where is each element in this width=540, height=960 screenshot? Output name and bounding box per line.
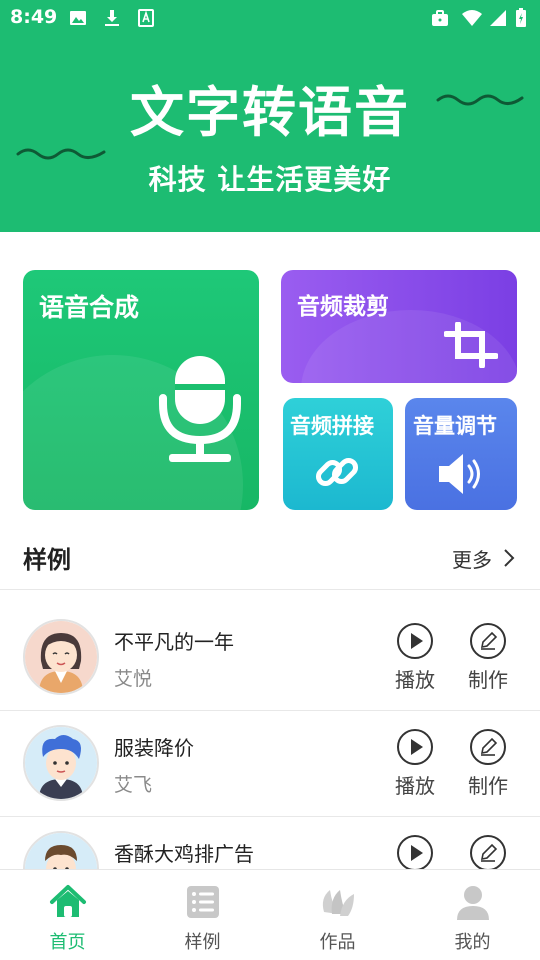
nav-label: 样例 xyxy=(184,932,221,953)
nav-item-works[interactable]: 作品 xyxy=(270,870,405,960)
image-notification-icon xyxy=(70,11,86,25)
status-bar: 8:49 xyxy=(0,0,540,36)
edit-icon[interactable] xyxy=(469,622,507,660)
examples-section-title: 样例 xyxy=(23,546,71,574)
header-banner: 8:49 文字转语音 科技 让生活更美好 xyxy=(0,0,540,232)
nav-label: 首页 xyxy=(49,932,86,953)
link-icon xyxy=(315,457,359,487)
crop-icon xyxy=(444,322,498,368)
item-title: 不平凡的一年 xyxy=(114,630,234,654)
cell-signal-icon xyxy=(490,10,506,26)
speech-synthesis-card[interactable]: 语音合成 xyxy=(23,270,259,510)
download-notification-icon xyxy=(105,10,119,26)
edit-icon[interactable] xyxy=(469,834,507,870)
avatar xyxy=(23,831,99,870)
wave-decoration xyxy=(16,148,106,160)
banner-subtitle: 科技 让生活更美好 xyxy=(148,163,392,196)
font-notification-icon xyxy=(138,9,154,27)
boy-avatar-icon xyxy=(25,833,97,870)
wifi-icon xyxy=(462,10,482,26)
play-icon[interactable] xyxy=(396,622,434,660)
list-item[interactable]: 香酥大鸡排广告 xyxy=(0,802,540,870)
girl-avatar-icon xyxy=(25,621,97,693)
volume-adjust-label: 音量调节 xyxy=(413,414,497,438)
item-title: 香酥大鸡排广告 xyxy=(114,842,254,866)
play-label[interactable]: 播放 xyxy=(385,770,445,799)
item-author: 艾飞 xyxy=(114,774,153,796)
make-label[interactable]: 制作 xyxy=(458,664,518,693)
boy-avatar-icon xyxy=(25,727,97,799)
play-label[interactable]: 播放 xyxy=(385,664,445,693)
list-icon xyxy=(187,886,219,918)
make-label[interactable]: 制作 xyxy=(458,770,518,799)
play-icon[interactable] xyxy=(396,728,434,766)
item-title: 服装降价 xyxy=(114,736,194,760)
nav-item-home[interactable]: 首页 xyxy=(0,870,135,960)
nav-label: 作品 xyxy=(319,932,356,953)
avatar xyxy=(23,725,99,801)
battery-icon xyxy=(516,8,526,27)
list-item[interactable]: 不平凡的一年 艾悦 播放 制作 xyxy=(0,590,540,696)
work-profile-icon xyxy=(432,10,448,26)
status-time: 8:49 xyxy=(10,6,58,28)
audio-join-label: 音频拼接 xyxy=(290,414,374,438)
chevron-right-icon[interactable] xyxy=(502,548,516,568)
nav-item-examples[interactable]: 样例 xyxy=(135,870,270,960)
speaker-icon xyxy=(439,454,480,494)
speech-synthesis-label: 语音合成 xyxy=(39,293,140,322)
volume-adjust-card[interactable]: 音量调节 xyxy=(405,398,517,510)
avatar xyxy=(23,619,99,695)
play-icon[interactable] xyxy=(396,834,434,870)
bottom-nav: 首页 样例 作品 我的 xyxy=(0,869,540,960)
audio-trim-card[interactable]: 音频裁剪 xyxy=(281,270,517,383)
more-link[interactable]: 更多 xyxy=(452,544,492,573)
example-list: 不平凡的一年 艾悦 播放 制作 服装降价 艾飞 播放 制作 香酥大鸡排广告 xyxy=(0,590,540,870)
list-item[interactable]: 服装降价 艾飞 播放 制作 xyxy=(0,696,540,802)
item-author: 艾悦 xyxy=(114,668,153,690)
home-icon xyxy=(50,885,86,917)
wave-decoration xyxy=(436,94,524,106)
user-icon xyxy=(457,886,489,920)
nav-item-profile[interactable]: 我的 xyxy=(405,870,540,960)
audio-trim-label: 音频裁剪 xyxy=(297,294,389,320)
edit-icon[interactable] xyxy=(469,728,507,766)
works-icon xyxy=(322,890,354,916)
microphone-icon xyxy=(159,356,241,462)
app-screen: 8:49 文字转语音 科技 让生活更美好 语音合成 音频裁剪 音频拼接 音量调节… xyxy=(0,0,540,960)
nav-label: 我的 xyxy=(454,932,491,953)
audio-join-card[interactable]: 音频拼接 xyxy=(283,398,393,510)
